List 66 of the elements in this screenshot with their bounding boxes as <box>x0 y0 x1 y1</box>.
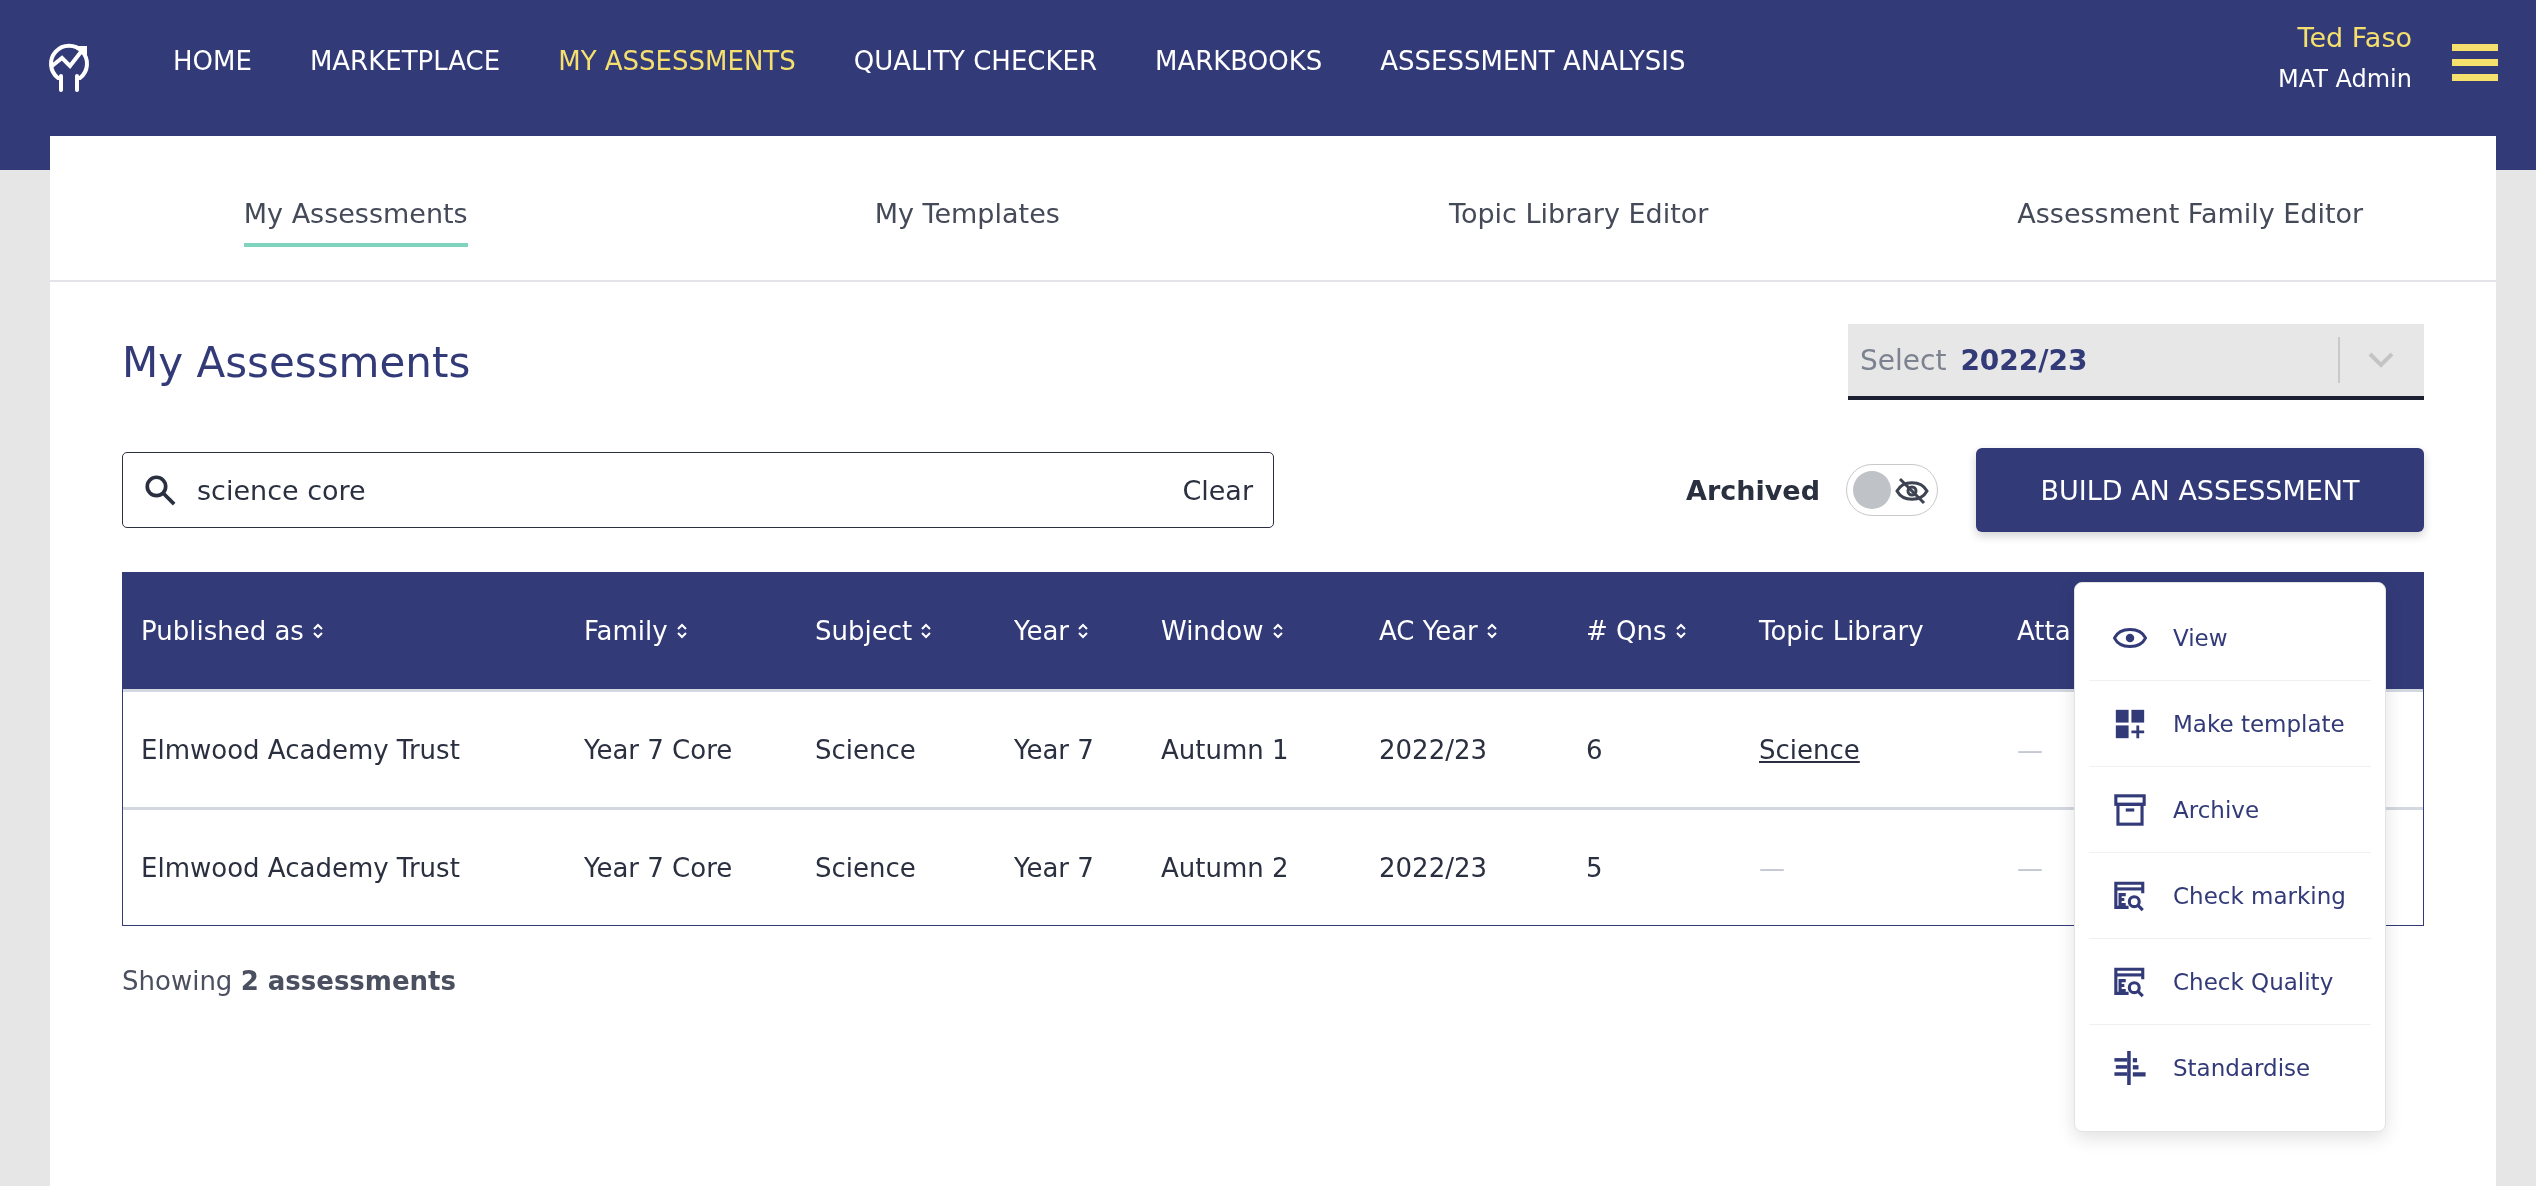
archived-label: Archived <box>1686 474 1820 506</box>
build-assessment-button[interactable]: BUILD AN ASSESSMENT <box>1976 448 2424 532</box>
table-cell: Science <box>815 734 916 765</box>
table-cell: 2022/23 <box>1379 734 1487 765</box>
sort-icon[interactable] <box>1674 622 1687 640</box>
sort-icon[interactable] <box>1271 622 1284 640</box>
tab[interactable]: Topic Library Editor <box>1449 198 1709 247</box>
table-cell: 6 <box>1586 734 1603 765</box>
search-field[interactable]: science core Clear <box>122 452 1274 528</box>
nav-link[interactable]: QUALITY CHECKER <box>824 46 1127 76</box>
year-select[interactable]: Select 2022/23 <box>1848 324 2424 400</box>
table-cell: Autumn 1 <box>1161 734 1289 765</box>
nav-link[interactable]: ASSESSMENT ANALYSIS <box>1351 46 1715 76</box>
column-header[interactable]: Topic Library <box>1759 616 1924 646</box>
sort-icon[interactable] <box>1077 622 1090 640</box>
column-header[interactable]: Window <box>1161 616 1284 646</box>
table-cell: — <box>2017 734 2043 765</box>
column-header[interactable]: Atta <box>2017 616 2071 646</box>
table-cell: Elmwood Academy Trust <box>141 852 460 883</box>
page-title: My Assessments <box>122 337 471 387</box>
user-name: Ted Faso <box>2296 22 2412 53</box>
table-cell: 2022/23 <box>1379 852 1487 883</box>
archived-toggle[interactable] <box>1846 464 1938 516</box>
sort-icon[interactable] <box>1485 622 1498 640</box>
menu-item[interactable]: Check Quality <box>2089 939 2371 1025</box>
table-cell: 5 <box>1586 852 1603 883</box>
clear-button[interactable]: Clear <box>1182 474 1253 506</box>
sort-icon[interactable] <box>920 622 933 640</box>
table-cell: Year 7 <box>1014 734 1094 765</box>
tab[interactable]: My Assessments <box>243 198 468 247</box>
menu-item[interactable]: View <box>2089 595 2371 681</box>
table-cell: Year 7 <box>1014 852 1094 883</box>
user-role: MAT Admin <box>2277 65 2412 93</box>
search-icon <box>143 473 177 507</box>
table-cell: Autumn 2 <box>1161 852 1289 883</box>
table-cell: — <box>2017 852 2043 883</box>
column-header[interactable]: # Qns <box>1586 616 1687 646</box>
table-cell: Elmwood Academy Trust <box>141 734 460 765</box>
nav-link[interactable]: HOME <box>144 46 281 76</box>
nav-link[interactable]: MARKETPLACE <box>280 46 530 76</box>
tab[interactable]: My Templates <box>874 198 1060 247</box>
column-header[interactable]: Subject <box>815 616 933 646</box>
menu-item[interactable]: Check marking <box>2089 853 2371 939</box>
sort-icon[interactable] <box>311 622 324 640</box>
alignment-icon <box>2113 1051 2147 1085</box>
tab[interactable]: Assessment Family Editor <box>2017 198 2364 247</box>
eye-slash-icon <box>1895 477 1929 505</box>
menu-item[interactable]: Standardise <box>2089 1025 2371 1111</box>
column-header[interactable]: Year <box>1014 616 1090 646</box>
archive-box-icon <box>2113 792 2147 827</box>
table-cell: Science <box>815 852 916 883</box>
column-header[interactable]: AC Year <box>1379 616 1498 646</box>
column-header[interactable]: Family <box>584 616 688 646</box>
menu-item[interactable]: Archive <box>2089 767 2371 853</box>
nav-link[interactable]: MARKBOOKS <box>1126 46 1352 76</box>
sort-icon[interactable] <box>675 622 688 640</box>
menu-icon[interactable] <box>2452 44 2498 82</box>
topic-library-link[interactable]: Science <box>1759 734 1860 765</box>
column-header[interactable]: Published as <box>141 616 324 646</box>
chevron-down-icon <box>2368 352 2394 368</box>
table-cell: — <box>1759 852 1785 883</box>
menu-item[interactable]: Make template <box>2089 681 2371 767</box>
table-cell: Year 7 Core <box>584 852 733 883</box>
results-count: Showing 2 assessments <box>122 966 456 996</box>
nav-link[interactable]: MY ASSESSMENTS <box>529 46 825 76</box>
table-cell: Year 7 Core <box>584 734 733 765</box>
